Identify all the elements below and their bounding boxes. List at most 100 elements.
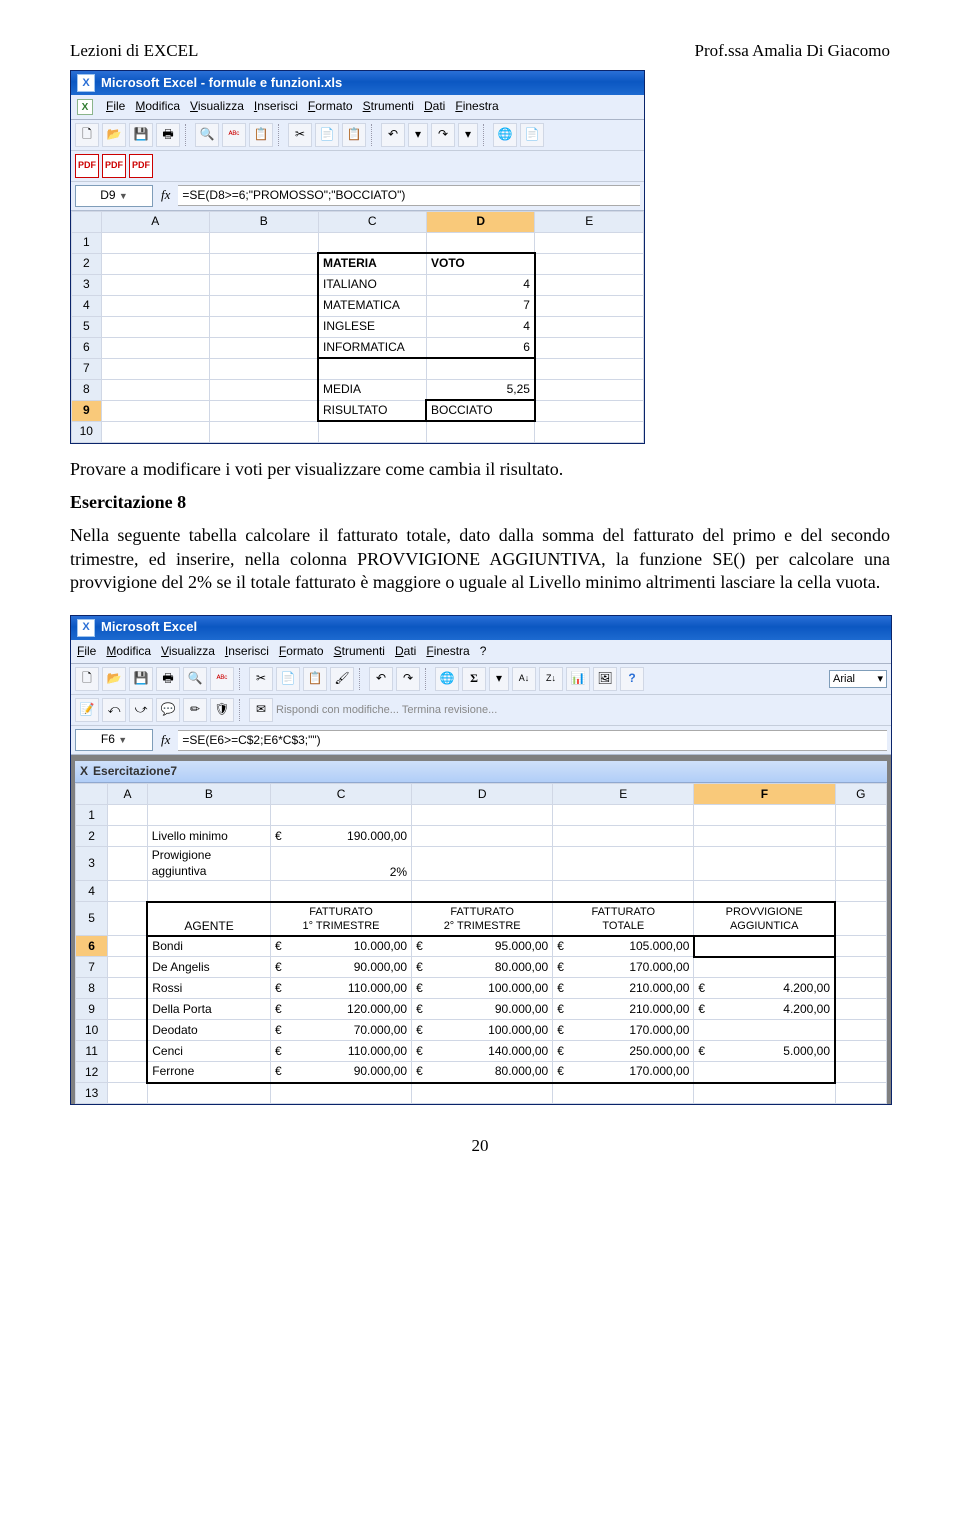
new-doc-icon[interactable]: 🗋 — [75, 667, 99, 691]
cell-C8[interactable]: €110.000,00 — [270, 978, 411, 999]
redo-icon[interactable]: ↷ — [396, 667, 420, 691]
cell-D8[interactable]: 5,25 — [426, 379, 534, 400]
open-icon[interactable]: 📂 — [102, 123, 126, 147]
row-header[interactable]: 4 — [76, 881, 108, 902]
paste-icon[interactable]: 📋 — [303, 667, 327, 691]
col-header-E[interactable]: E — [535, 211, 644, 232]
cell-F7[interactable] — [694, 957, 835, 978]
cell-D9[interactable]: €90.000,00 — [412, 999, 553, 1020]
cell-D6[interactable]: €95.000,00 — [412, 936, 553, 957]
chart-wizard-icon[interactable]: 📊 — [566, 667, 590, 691]
menu-finestra[interactable]: Finestra — [455, 99, 498, 115]
menu-help[interactable]: ? — [480, 644, 487, 660]
permission-icon[interactable]: 🖶 — [156, 123, 180, 147]
menu-formato[interactable]: Formato — [308, 99, 353, 115]
cell-B2[interactable]: Livello minimo — [147, 826, 270, 847]
col-header-B[interactable]: B — [210, 211, 318, 232]
col-header-B[interactable]: B — [147, 784, 270, 805]
spreadsheet-grid[interactable]: A B C D E F G 1 2 Livello minimo €190.00… — [75, 783, 887, 1104]
formula-input[interactable]: =SE(E6>=C$2;E6*C$3;"") — [178, 730, 887, 751]
cell-C5[interactable]: FATTURATO1° TRIMESTRE — [270, 902, 411, 936]
autosum-dropdown-icon[interactable]: ▾ — [489, 667, 509, 691]
cell-C5[interactable]: INGLESE — [318, 316, 426, 337]
col-header-F[interactable]: F — [694, 784, 835, 805]
save-icon[interactable]: 💾 — [129, 667, 153, 691]
print-icon[interactable]: 🖶 — [156, 667, 180, 691]
save-icon[interactable]: 💾 — [129, 123, 153, 147]
row-header[interactable]: 1 — [72, 232, 102, 253]
cut-icon[interactable]: ✂ — [288, 123, 312, 147]
cell-C7[interactable]: €90.000,00 — [270, 957, 411, 978]
menu-strumenti[interactable]: Strumenti — [363, 99, 414, 115]
cell-E9[interactable]: €210.000,00 — [553, 999, 694, 1020]
cell-E7[interactable]: €170.000,00 — [553, 957, 694, 978]
menu-inserisci[interactable]: Inserisci — [225, 644, 269, 660]
col-header-A[interactable]: A — [101, 211, 209, 232]
send-mail-icon[interactable]: ✉ — [249, 698, 273, 722]
redo-icon[interactable]: ↷ — [431, 123, 455, 147]
font-selector[interactable]: Arial▾ — [829, 670, 887, 688]
row-header[interactable]: 4 — [72, 295, 102, 316]
cell-F6[interactable] — [694, 936, 835, 957]
cell-D5[interactable]: 4 — [426, 316, 534, 337]
redo-dropdown-icon[interactable]: ▾ — [458, 123, 478, 147]
cell-C6[interactable]: INFORMATICA — [318, 337, 426, 358]
spellcheck-icon[interactable]: ᴬᴮᶜ — [210, 667, 234, 691]
row-header[interactable]: 1 — [76, 805, 108, 826]
col-header-D[interactable]: D — [426, 211, 534, 232]
menu-file[interactable]: File — [106, 99, 125, 115]
undo-icon[interactable]: ↶ — [369, 667, 393, 691]
cell-B7[interactable]: De Angelis — [147, 957, 270, 978]
name-box-dropdown-icon[interactable]: ▼ — [119, 191, 128, 201]
fx-icon[interactable]: fx — [157, 187, 174, 204]
cell-C8[interactable]: MEDIA — [318, 379, 426, 400]
menu-dati[interactable]: Dati — [395, 644, 416, 660]
autosum-icon[interactable]: Σ — [462, 667, 486, 691]
name-box[interactable]: D9 ▼ — [75, 185, 153, 207]
cell-D8[interactable]: €100.000,00 — [412, 978, 553, 999]
row-header[interactable]: 7 — [76, 957, 108, 978]
cell-C2[interactable]: €190.000,00 — [270, 826, 411, 847]
row-header[interactable]: 11 — [76, 1041, 108, 1062]
copy-icon[interactable]: 📄 — [276, 667, 300, 691]
col-header-D[interactable]: D — [412, 784, 553, 805]
search-icon[interactable]: 🔍 — [195, 123, 219, 147]
menu-finestra[interactable]: Finestra — [426, 644, 469, 660]
row-header[interactable]: 5 — [76, 902, 108, 936]
cell-D2[interactable]: VOTO — [426, 253, 534, 274]
menu-visualizza[interactable]: Visualizza — [161, 644, 215, 660]
cell-D7[interactable]: €80.000,00 — [412, 957, 553, 978]
cell-E12[interactable]: €170.000,00 — [553, 1062, 694, 1083]
cell-D4[interactable]: 7 — [426, 295, 534, 316]
name-box[interactable]: F6 ▼ — [75, 729, 153, 751]
menu-strumenti[interactable]: Strumenti — [334, 644, 385, 660]
prev-comment-icon[interactable]: ⤺ — [102, 698, 126, 722]
next-comment-icon[interactable]: ⤻ — [129, 698, 153, 722]
cell-D3[interactable]: 4 — [426, 274, 534, 295]
cell-B12[interactable]: Ferrone — [147, 1062, 270, 1083]
cut-icon[interactable]: ✂ — [249, 667, 273, 691]
row-header[interactable]: 9 — [76, 999, 108, 1020]
row-header[interactable]: 6 — [76, 936, 108, 957]
row-header[interactable]: 2 — [72, 253, 102, 274]
row-header[interactable]: 7 — [72, 358, 102, 379]
cell-C2[interactable]: MATERIA — [318, 253, 426, 274]
cell-C11[interactable]: €110.000,00 — [270, 1041, 411, 1062]
research-icon[interactable]: 📋 — [249, 123, 273, 147]
cell-D6[interactable]: 6 — [426, 337, 534, 358]
row-header[interactable]: 13 — [76, 1083, 108, 1104]
cell-C4[interactable]: MATEMATICA — [318, 295, 426, 316]
row-header[interactable]: 3 — [72, 274, 102, 295]
menu-file[interactable]: File — [77, 644, 96, 660]
show-comments-icon[interactable]: 💬 — [156, 698, 180, 722]
spreadsheet-grid[interactable]: A B C D E 1 2 MATERIA VOTO 3 ITALIANO 4 … — [71, 211, 644, 443]
drawing-icon[interactable]: 🖼 — [593, 667, 617, 691]
cell-C3[interactable]: ITALIANO — [318, 274, 426, 295]
currency-icon[interactable]: 📄 — [520, 123, 544, 147]
col-header-C[interactable]: C — [318, 211, 426, 232]
col-header-C[interactable]: C — [270, 784, 411, 805]
row-header[interactable]: 9 — [72, 400, 102, 421]
col-header-G[interactable]: G — [835, 784, 886, 805]
cell-F9[interactable]: €4.200,00 — [694, 999, 835, 1020]
row-header[interactable]: 10 — [72, 421, 102, 442]
